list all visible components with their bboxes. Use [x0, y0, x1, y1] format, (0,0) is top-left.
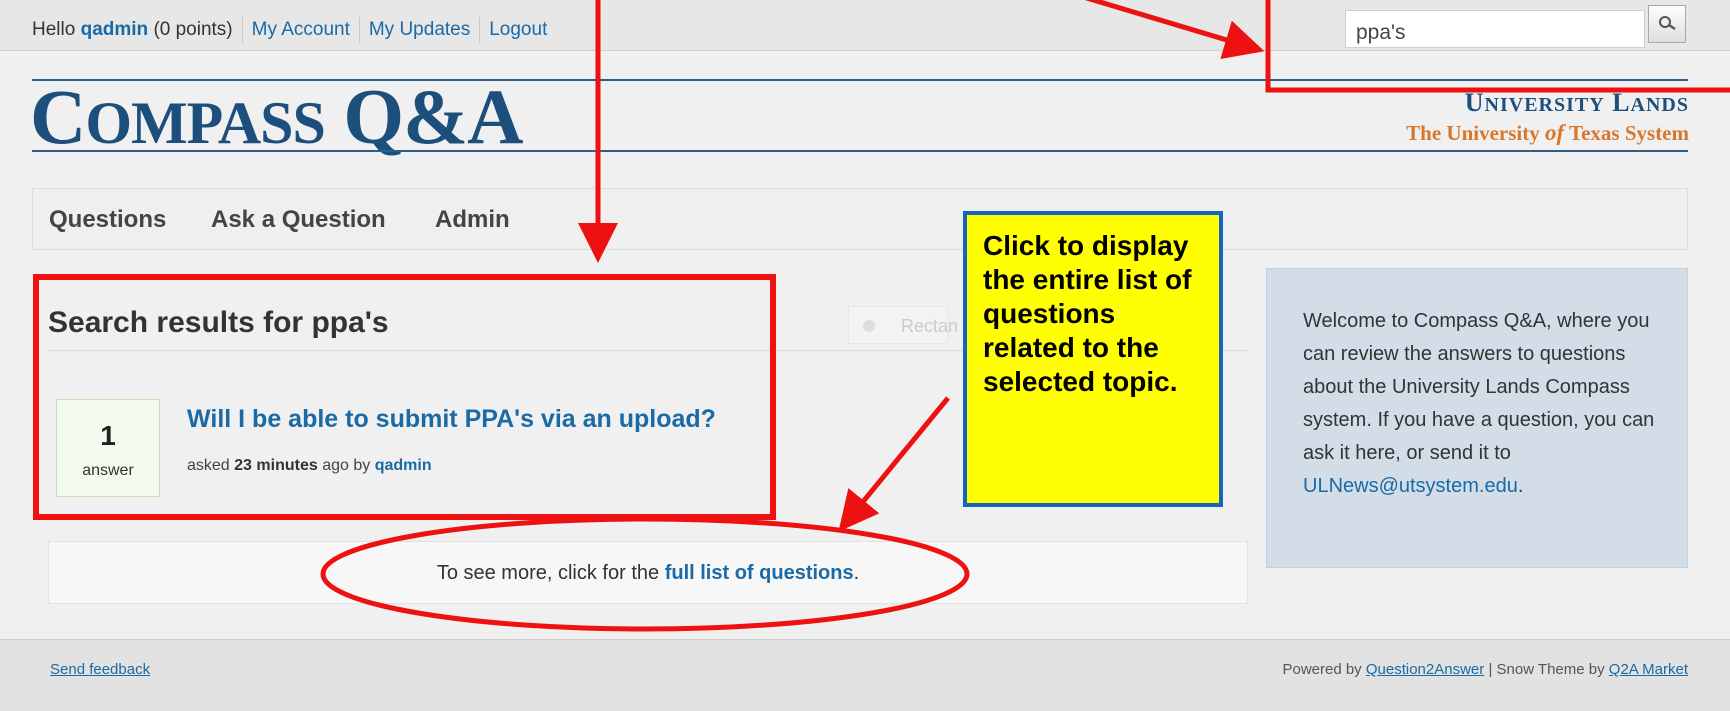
answer-count-box: 1 answer [56, 399, 160, 497]
search-icon [1659, 16, 1676, 30]
points-label: (0 points) [153, 19, 233, 40]
see-more-text: To see more, click for the [436, 562, 660, 584]
see-more-text: . [853, 562, 860, 584]
sidebar-welcome: Welcome to Compass Q&A, where you can re… [1266, 268, 1688, 568]
search-button[interactable] [1648, 5, 1686, 43]
main-nav: Questions Ask a Question Admin [32, 188, 1688, 250]
nav-admin[interactable]: Admin [435, 206, 510, 234]
question2answer-link[interactable]: Question2Answer [1366, 661, 1484, 678]
send-feedback-link[interactable]: Send feedback [50, 661, 150, 678]
ul-logo-text: NIVERSITY [1484, 94, 1605, 116]
user-links: Hello qadmin (0 points) My Account My Up… [32, 17, 547, 43]
footer: Send feedback Powered by Question2Answer… [0, 639, 1730, 711]
site-logo[interactable]: COMPASS Q&A [30, 78, 523, 156]
logo-text: OMPASS [85, 90, 326, 156]
sidebar-text: . [1517, 475, 1524, 497]
ul-logo-text: U [1464, 88, 1485, 117]
username-link[interactable]: qadmin [81, 19, 149, 41]
footer-text: | Snow Theme by [1488, 661, 1605, 678]
nav-questions[interactable]: Questions [49, 206, 166, 234]
divider [479, 17, 481, 43]
sidebar-text: Welcome to Compass Q&A, where you can re… [1303, 310, 1655, 464]
my-updates-link[interactable]: My Updates [369, 19, 470, 41]
sidebar-email-link[interactable]: ULNews@utsystem.edu [1303, 475, 1518, 497]
question-title-link[interactable]: Will I be able to submit PPA's via an up… [187, 405, 716, 434]
meta-text: ago by [322, 457, 371, 474]
university-lands-logo: UNIVERSITY LANDS The University of Texas… [1406, 88, 1689, 146]
ul-logo-text: Texas System [1569, 121, 1689, 145]
answer-count: 1 [100, 420, 116, 451]
meta-text: asked [187, 457, 230, 474]
ul-logo-text: ANDS [1630, 94, 1689, 116]
top-bar: Hello qadmin (0 points) My Account My Up… [0, 0, 1730, 51]
header-rule-bottom [32, 150, 1688, 152]
q2a-market-link[interactable]: Q2A Market [1609, 661, 1688, 678]
logo-text: Q&A [343, 73, 523, 160]
nav-ask-question[interactable]: Ask a Question [211, 206, 386, 234]
search-input[interactable]: ppa's [1345, 10, 1645, 48]
arrow-to-full-list [838, 396, 950, 532]
my-account-link[interactable]: My Account [252, 19, 350, 41]
page-title: Search results for ppa's [48, 306, 389, 339]
answer-label: answer [82, 462, 134, 479]
ul-logo-text: of [1544, 120, 1565, 145]
see-more-box: To see more, click for the full list of … [48, 541, 1248, 604]
ghost-chip: Rectan [848, 306, 958, 344]
full-list-link[interactable]: full list of questions [665, 562, 854, 584]
logo-text: C [30, 73, 86, 160]
logout-link[interactable]: Logout [489, 19, 547, 41]
footer-text: Powered by [1282, 661, 1362, 678]
divider [241, 17, 243, 43]
question-meta: asked 23 minutes ago by qadmin [187, 457, 432, 475]
question-author-link[interactable]: qadmin [375, 457, 432, 474]
powered-by: Powered by Question2Answer | Snow Theme … [1282, 661, 1688, 678]
divider [358, 17, 360, 43]
ul-logo-text: The University [1406, 121, 1540, 145]
callout-annotation: Click to display the entire list of ques… [963, 211, 1223, 507]
greeting-prefix: Hello [32, 19, 76, 40]
meta-when: 23 minutes [234, 457, 318, 474]
ul-logo-text: L [1612, 88, 1631, 117]
